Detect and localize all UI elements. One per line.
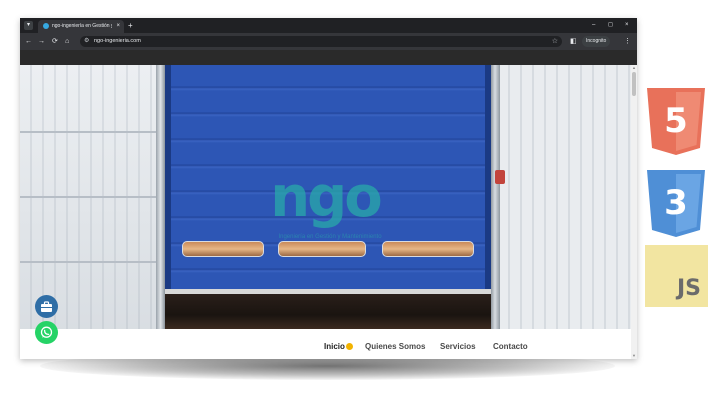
url-text[interactable]: ngo-ingenieria.com [94,36,141,47]
html5-number: 5 [664,101,688,141]
incognito-badge[interactable]: Incognito [582,36,611,47]
favicon-icon [43,23,49,29]
tab-search-button[interactable]: ▾ [24,21,33,30]
site-navbar: Inicio Quienes Somos Servicios Contacto [20,329,631,359]
back-button[interactable]: ← [25,36,32,47]
brand-tagline: Ingeniería en Gestión y Mantenimiento [278,234,382,240]
js-label: JS [676,276,701,301]
reload-button[interactable]: ⟳ [52,36,58,47]
side-panel-button[interactable]: ◧ [570,36,577,47]
css3-badge: 3 [645,168,707,238]
brand-logo: ngo [270,165,382,230]
tab-close-button[interactable]: × [116,22,120,31]
nav-inicio[interactable]: Inicio [324,342,345,352]
nav-quienes-somos[interactable]: Quienes Somos [365,342,425,352]
door-latch [495,170,505,184]
page-scrollbar[interactable]: ▲ ▼ [631,65,637,359]
whatsapp-button[interactable] [35,321,58,344]
tab-title: ngo-ingeniería en Gestión y M... [52,23,112,29]
page-viewport: ngo Ingeniería en Gestión y Mantenimient… [20,65,631,359]
html5-badge: 5 [645,86,707,156]
door-window [278,241,366,257]
forward-button[interactable]: → [38,36,45,47]
browser-toolbar: ← → ⟳ ⌂ ⚙ ngo-ingenieria.com ☆ ◧ Incogni… [20,33,637,50]
hero-right-wall [498,65,631,329]
html5-shield-icon: 5 [647,88,705,155]
briefcase-icon [41,301,52,312]
page-top-band [20,50,637,65]
close-window-button[interactable]: × [625,20,629,31]
site-info-icon[interactable]: ⚙ [84,36,89,47]
css3-number: 3 [664,183,688,223]
active-indicator-dot [346,343,353,350]
css3-shield-icon: 3 [647,170,705,237]
nav-servicios[interactable]: Servicios [440,342,476,352]
home-button[interactable]: ⌂ [65,36,69,47]
scroll-up-arrow-icon[interactable]: ▲ [631,65,637,71]
nav-contacto[interactable]: Contacto [493,342,528,352]
whatsapp-icon [40,326,53,338]
browser-menu-button[interactable]: ⋮ [624,36,631,47]
door-window [382,241,474,257]
scroll-thumb[interactable] [632,72,636,96]
tab-strip: ▾ ngo-ingeniería en Gestión y M... × + –… [20,18,637,33]
javascript-badge: JS [645,245,708,307]
briefcase-button[interactable] [35,295,58,318]
door-window [182,241,264,257]
hero-video: ngo Ingeniería en Gestión y Mantenimient… [20,65,631,329]
address-bar[interactable]: ⚙ ngo-ingenieria.com ☆ [80,36,562,47]
scroll-down-arrow-icon[interactable]: ▼ [631,353,637,359]
maximize-button[interactable]: ◻ [608,20,613,31]
minimize-button[interactable]: – [592,20,595,31]
browser-window: ▾ ngo-ingeniería en Gestión y M... × + –… [20,18,637,359]
browser-tab[interactable]: ngo-ingeniería en Gestión y M... × [38,20,124,33]
new-tab-button[interactable]: + [128,20,133,31]
bookmark-star-icon[interactable]: ☆ [552,36,558,47]
